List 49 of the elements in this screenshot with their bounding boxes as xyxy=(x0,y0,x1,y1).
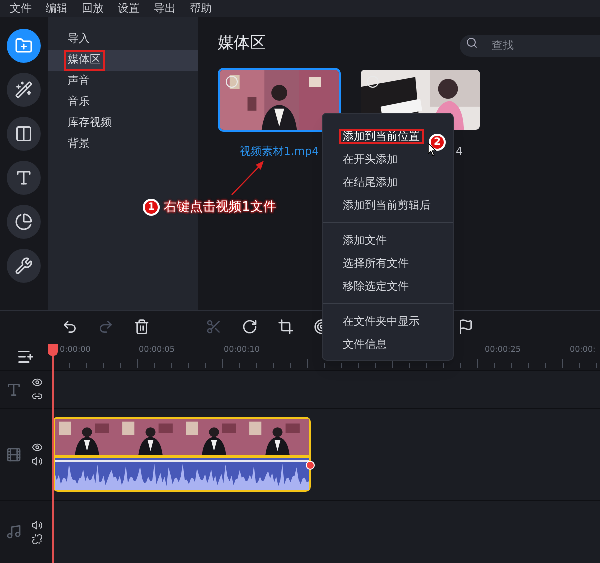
menu-item[interactable]: 帮助 xyxy=(190,3,212,14)
nav-item[interactable]: 库存视频 xyxy=(48,113,198,134)
tools-icon[interactable] xyxy=(7,249,41,283)
film-icon xyxy=(6,446,22,462)
wand-icon[interactable] xyxy=(7,73,41,107)
unlink-icon[interactable] xyxy=(32,534,43,544)
time-label: 0:00:00 xyxy=(60,345,91,354)
time-label: 00:00:05 xyxy=(139,345,175,354)
menu-item[interactable]: 回放 xyxy=(82,3,104,14)
eye-icon[interactable] xyxy=(32,377,43,388)
search-field[interactable]: 查找 xyxy=(460,34,600,56)
time-label: 00:00: xyxy=(570,345,596,354)
nav-item[interactable]: 导入 xyxy=(48,29,198,50)
panel-title: 媒体区 xyxy=(218,32,266,54)
menu-option[interactable]: 在结尾添加 xyxy=(323,171,453,194)
music-note-icon xyxy=(6,524,22,540)
nav-item[interactable]: 声音 xyxy=(48,71,198,92)
menu-option[interactable]: 添加到当前剪辑后 xyxy=(323,194,453,217)
menu-item[interactable]: 设置 xyxy=(118,3,140,14)
nav-item[interactable]: 媒体区 xyxy=(48,50,198,71)
menu-item[interactable]: 文件 xyxy=(10,3,32,14)
search-icon xyxy=(466,37,478,49)
menu-option[interactable]: 在开头添加 xyxy=(323,148,453,171)
nav-item[interactable]: 背景 xyxy=(48,134,198,155)
time-label: 00:00:10 xyxy=(224,345,260,354)
folder-plus-icon[interactable] xyxy=(7,29,41,63)
eye-icon[interactable] xyxy=(32,442,43,453)
split-panel-icon[interactable] xyxy=(7,117,41,151)
menu-item[interactable]: 编辑 xyxy=(46,3,68,14)
menu-option[interactable]: 添加文件 xyxy=(323,229,453,252)
menu-option[interactable]: 移除选定文件 xyxy=(323,275,453,298)
link-icon[interactable] xyxy=(32,391,43,402)
file-name: 视频素材1.mp4 xyxy=(240,144,320,160)
speaker-icon[interactable] xyxy=(32,520,43,530)
time-label: 00:00:25 xyxy=(485,345,521,354)
file-name: 4 xyxy=(456,144,464,160)
menu-option[interactable]: 在文件夹中显示 xyxy=(323,310,453,333)
cursor-icon xyxy=(428,143,437,157)
menu-item[interactable]: 导出 xyxy=(154,3,176,14)
menu-option[interactable]: 文件信息 xyxy=(323,333,453,356)
nav-item[interactable]: 音乐 xyxy=(48,92,198,113)
annotation-text: 右键点击视频1文件 xyxy=(164,199,276,217)
pie-icon[interactable] xyxy=(7,205,41,239)
arrow xyxy=(230,160,266,197)
text-icon xyxy=(6,382,22,398)
text-icon[interactable] xyxy=(7,161,41,195)
menu-option[interactable]: 选择所有文件 xyxy=(323,252,453,275)
volume-handle[interactable] xyxy=(306,461,315,470)
speaker-icon[interactable] xyxy=(32,456,43,467)
